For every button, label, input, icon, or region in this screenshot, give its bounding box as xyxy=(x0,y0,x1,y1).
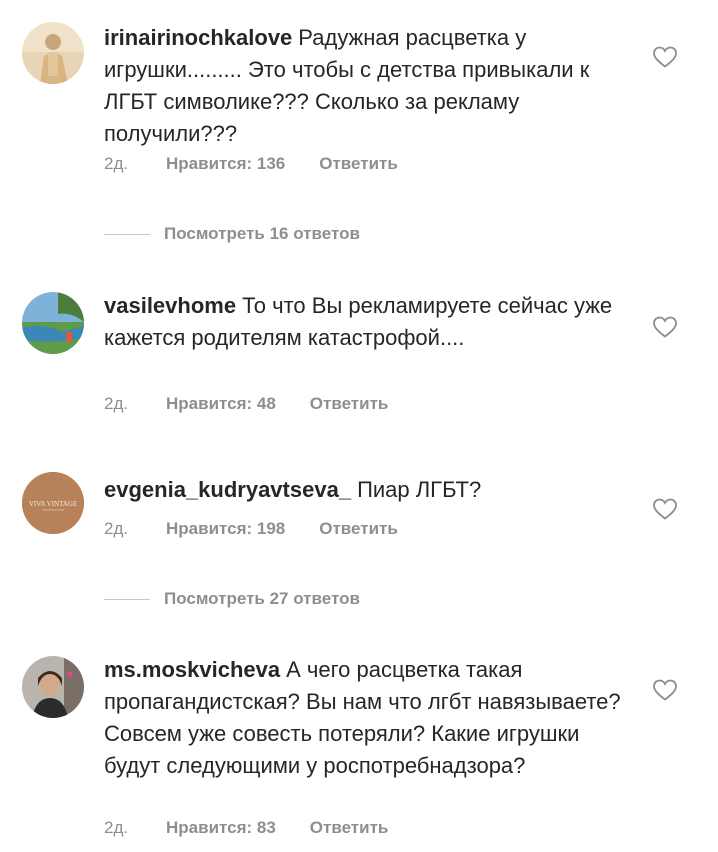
timestamp: 2д. xyxy=(104,154,129,173)
comment-text: Пиар ЛГБТ? xyxy=(357,477,482,502)
username[interactable]: ms.moskvicheva xyxy=(104,657,280,682)
divider-line xyxy=(104,233,150,235)
divider-line xyxy=(104,598,150,600)
view-replies-button[interactable]: Посмотреть 16 ответов xyxy=(104,224,360,244)
avatar[interactable] xyxy=(22,656,84,718)
comment-meta: 2д. Нравится: 198 Ответить xyxy=(104,519,398,539)
timestamp: 2д. xyxy=(104,394,129,413)
heart-icon[interactable] xyxy=(652,45,678,69)
likes-count[interactable]: Нравится: 83 xyxy=(166,818,276,838)
timestamp: 2д. xyxy=(104,818,129,837)
heart-icon[interactable] xyxy=(652,315,678,339)
comment-body: evgenia_kudryavtseva_ Пиар ЛГБТ? xyxy=(104,474,624,506)
avatar[interactable] xyxy=(22,22,84,84)
username[interactable]: vasilevhome xyxy=(104,293,236,318)
avatar[interactable]: VIVA VINTAGE xyxy=(22,472,84,534)
avatar[interactable] xyxy=(22,292,84,354)
comment-meta: 2д. Нравится: 83 Ответить xyxy=(104,818,388,838)
heart-icon[interactable] xyxy=(652,497,678,521)
reply-button[interactable]: Ответить xyxy=(319,154,398,174)
reply-button[interactable]: Ответить xyxy=(310,394,389,414)
view-replies-button[interactable]: Посмотреть 27 ответов xyxy=(104,589,360,609)
avatar-logo-text: VIVA VINTAGE xyxy=(29,500,77,508)
comment-meta: 2д. Нравится: 136 Ответить xyxy=(104,154,398,174)
reply-button[interactable]: Ответить xyxy=(310,818,389,838)
reply-button[interactable]: Ответить xyxy=(319,519,398,539)
comment-body: irinairinochkalove Радужная расцветка у и… xyxy=(104,22,624,150)
likes-count[interactable]: Нравится: 48 xyxy=(166,394,276,414)
username[interactable]: irinairinochkalove xyxy=(104,25,292,50)
likes-count[interactable]: Нравится: 198 xyxy=(166,519,285,539)
view-replies-label: Посмотреть 27 ответов xyxy=(164,589,360,608)
comment-meta: 2д. Нравится: 48 Ответить xyxy=(104,394,388,414)
comment-body: ms.moskvicheva А чего расцветка такая про… xyxy=(104,654,624,782)
likes-count[interactable]: Нравится: 136 xyxy=(166,154,285,174)
heart-icon[interactable] xyxy=(652,678,678,702)
timestamp: 2д. xyxy=(104,519,129,538)
comment-body: vasilevhome То что Вы рекламируете сейчас… xyxy=(104,290,624,354)
username[interactable]: evgenia_kudryavtseva_ xyxy=(104,477,351,502)
view-replies-label: Посмотреть 16 ответов xyxy=(164,224,360,243)
